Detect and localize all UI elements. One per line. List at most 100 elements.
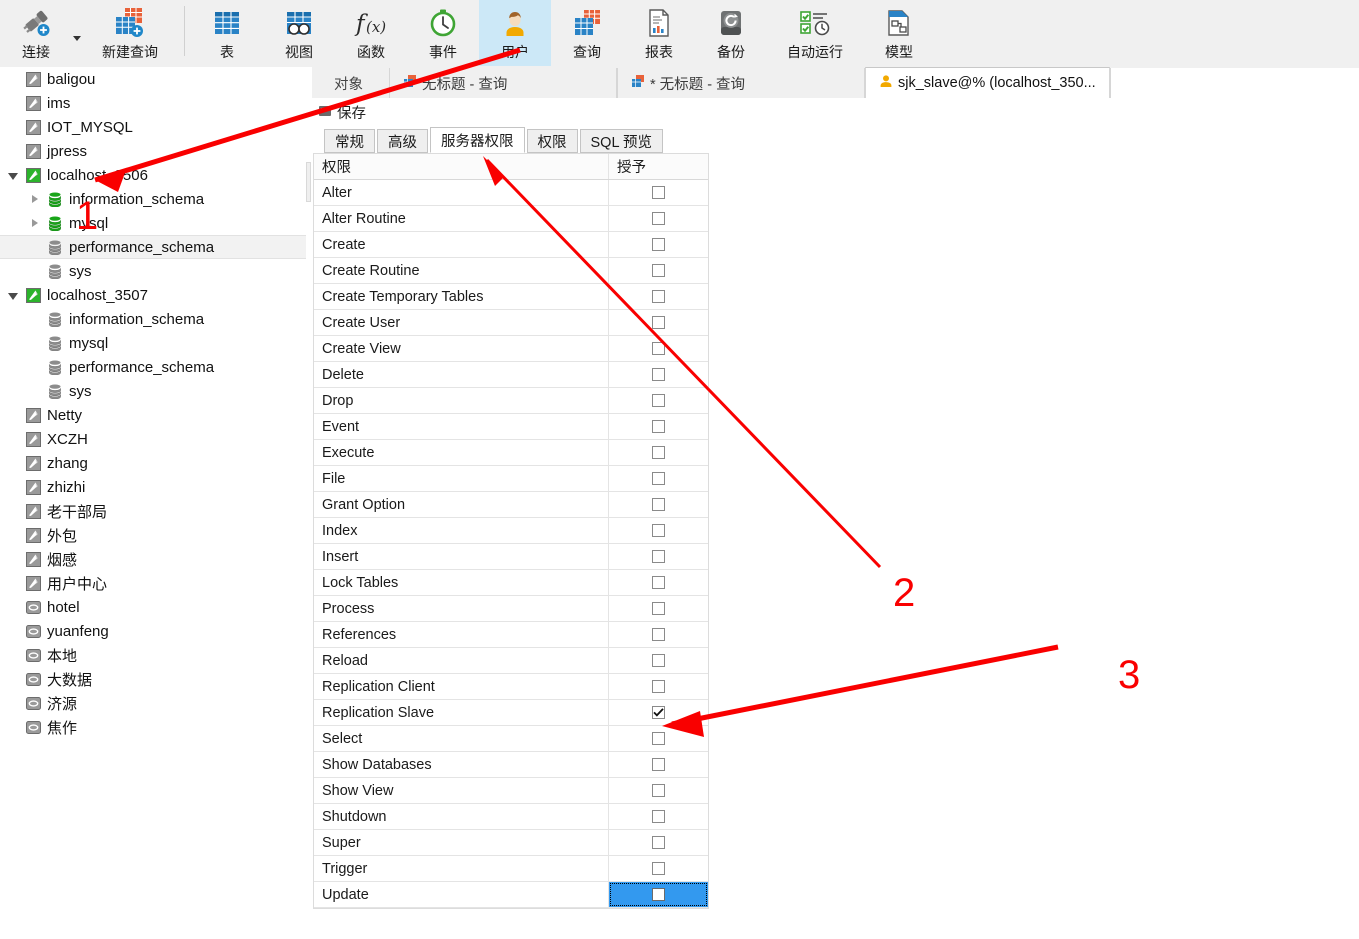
checkbox-unchecked-icon[interactable]	[652, 680, 665, 693]
table-row[interactable]: Create	[314, 232, 708, 258]
toolbar-button-view[interactable]: 视图	[263, 0, 335, 66]
checkbox-unchecked-icon[interactable]	[652, 654, 665, 667]
chevron-right-icon[interactable]	[26, 219, 44, 227]
table-row[interactable]: Create User	[314, 310, 708, 336]
tree-item--[interactable]: 外包	[0, 523, 306, 547]
splitter-grip[interactable]	[306, 162, 311, 202]
property-tab-0[interactable]: 常规	[324, 129, 375, 153]
tree-item-hotel[interactable]: hotel	[0, 595, 306, 619]
tree-item--[interactable]: 烟感	[0, 547, 306, 571]
table-row[interactable]: Delete	[314, 362, 708, 388]
tree-item--[interactable]: 大数据	[0, 667, 306, 691]
table-row[interactable]: Select	[314, 726, 708, 752]
checkbox-unchecked-icon[interactable]	[652, 524, 665, 537]
document-tab-2[interactable]: * 无标题 - 查询	[617, 68, 865, 98]
table-row[interactable]: Reload	[314, 648, 708, 674]
grant-cell[interactable]	[609, 206, 708, 231]
tree-item--[interactable]: 济源	[0, 691, 306, 715]
grant-cell[interactable]	[609, 414, 708, 439]
grant-cell[interactable]	[609, 310, 708, 335]
grant-cell[interactable]	[609, 648, 708, 673]
checkbox-unchecked-icon[interactable]	[652, 472, 665, 485]
checkbox-unchecked-icon[interactable]	[652, 576, 665, 589]
save-button[interactable]: 保存	[312, 100, 374, 125]
table-row[interactable]: Process	[314, 596, 708, 622]
server-privileges-table[interactable]: 权限 授予 Alter Alter Routine Create Create Rou…	[313, 153, 709, 909]
tree-item-sys[interactable]: sys	[0, 259, 306, 283]
grant-cell[interactable]	[609, 882, 708, 907]
checkbox-unchecked-icon[interactable]	[652, 732, 665, 745]
table-row[interactable]: Lock Tables	[314, 570, 708, 596]
toolbar-button-report[interactable]: 报表	[623, 0, 695, 66]
property-tab-bar[interactable]: 常规 高级 服务器权限 权限 SQL 预览	[324, 127, 665, 153]
checkbox-unchecked-icon[interactable]	[652, 862, 665, 875]
table-row[interactable]: Replication Client	[314, 674, 708, 700]
table-row[interactable]: Event	[314, 414, 708, 440]
grant-cell[interactable]	[609, 700, 708, 725]
document-tab-3[interactable]: sjk_slave@% (localhost_350...	[865, 67, 1110, 98]
table-row[interactable]: Insert	[314, 544, 708, 570]
tree-item-xczh[interactable]: XCZH	[0, 427, 306, 451]
table-row[interactable]: File	[314, 466, 708, 492]
chevron-down-icon[interactable]	[4, 171, 22, 180]
tree-item-zhang[interactable]: zhang	[0, 451, 306, 475]
document-tab-0[interactable]: 对象	[312, 68, 389, 98]
table-row[interactable]: Alter	[314, 180, 708, 206]
checkbox-unchecked-icon[interactable]	[652, 186, 665, 199]
grant-cell[interactable]	[609, 388, 708, 413]
grant-cell[interactable]	[609, 726, 708, 751]
tree-item-iot_mysql[interactable]: IOT_MYSQL	[0, 115, 306, 139]
grant-cell[interactable]	[609, 336, 708, 361]
grant-cell[interactable]	[609, 232, 708, 257]
grant-cell[interactable]	[609, 804, 708, 829]
table-row[interactable]: Create Routine	[314, 258, 708, 284]
checkbox-unchecked-icon[interactable]	[652, 238, 665, 251]
table-row[interactable]: Show Databases	[314, 752, 708, 778]
grant-cell[interactable]	[609, 180, 708, 205]
chevron-right-icon[interactable]	[26, 195, 44, 203]
property-tab-3[interactable]: 权限	[526, 129, 578, 153]
tree-item-baligou[interactable]: baligou	[0, 67, 306, 91]
grant-cell[interactable]	[609, 492, 708, 517]
grant-cell[interactable]	[609, 466, 708, 491]
tree-item-jpress[interactable]: jpress	[0, 139, 306, 163]
checkbox-unchecked-icon[interactable]	[652, 316, 665, 329]
checkbox-unchecked-icon[interactable]	[652, 290, 665, 303]
table-row[interactable]: Shutdown	[314, 804, 708, 830]
table-row[interactable]: Alter Routine	[314, 206, 708, 232]
checkbox-unchecked-icon[interactable]	[652, 264, 665, 277]
checkbox-unchecked-icon[interactable]	[652, 498, 665, 511]
table-row[interactable]: Execute	[314, 440, 708, 466]
grant-cell[interactable]	[609, 570, 708, 595]
property-tab-2[interactable]: 服务器权限	[430, 127, 525, 153]
property-tab-1[interactable]: 高级	[377, 129, 428, 153]
tree-item-performance_schema[interactable]: performance_schema	[0, 355, 306, 379]
toolbar-button-table[interactable]: 表	[191, 0, 263, 66]
checkbox-unchecked-icon[interactable]	[652, 810, 665, 823]
toolbar-button-query[interactable]: 查询	[551, 0, 623, 66]
table-row[interactable]: Create View	[314, 336, 708, 362]
table-row[interactable]: Drop	[314, 388, 708, 414]
grant-cell[interactable]	[609, 856, 708, 881]
tree-item-yuanfeng[interactable]: yuanfeng	[0, 619, 306, 643]
grant-cell[interactable]	[609, 258, 708, 283]
grant-cell[interactable]	[609, 674, 708, 699]
tree-item-mysql[interactable]: mysql	[0, 211, 306, 235]
checkbox-unchecked-icon[interactable]	[652, 628, 665, 641]
table-row[interactable]: Grant Option	[314, 492, 708, 518]
checkbox-unchecked-icon[interactable]	[652, 212, 665, 225]
checkbox-unchecked-icon[interactable]	[652, 342, 665, 355]
checkbox-unchecked-icon[interactable]	[652, 368, 665, 381]
tree-item-mysql[interactable]: mysql	[0, 331, 306, 355]
grant-cell[interactable]	[609, 830, 708, 855]
grant-cell[interactable]	[609, 440, 708, 465]
tree-item-performance_schema[interactable]: performance_schema	[0, 235, 306, 259]
toolbar-button-user[interactable]: 用户	[479, 0, 551, 66]
tree-item-localhost_3507[interactable]: localhost_3507	[0, 283, 306, 307]
checkbox-unchecked-icon[interactable]	[652, 836, 665, 849]
checkbox-unchecked-icon[interactable]	[652, 784, 665, 797]
checkbox-unchecked-icon[interactable]	[652, 420, 665, 433]
grant-cell[interactable]	[609, 778, 708, 803]
toolbar-button-function[interactable]: f (x) 函数	[335, 0, 407, 66]
property-tab-4[interactable]: SQL 预览	[579, 129, 664, 153]
